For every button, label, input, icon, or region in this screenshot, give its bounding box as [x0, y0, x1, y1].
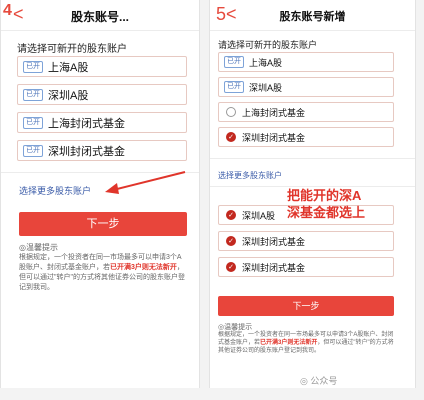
tip-text: 根据规定，一个投资者在同一市场最多可以申请3个A股账户、封闭式基金账户，若已开满…: [19, 254, 185, 291]
radio-unchecked-icon[interactable]: [226, 107, 236, 117]
annotation-text: 把能开的深A 深基金都选上: [287, 188, 366, 220]
option-label: 深圳A股: [242, 210, 276, 221]
tip-text: 根据规定，一个投资者在同一市场最多可以申请3个A股账户、封闭式基金账户，若已开满…: [218, 332, 394, 354]
prompt: 请选择可新开的股东账户: [218, 40, 318, 50]
account-option-sz-fund[interactable]: 已开 深圳封闭式基金: [17, 140, 187, 161]
opened-tag: 已开: [23, 144, 43, 157]
option-label: 深圳A股: [249, 82, 283, 93]
account-option-sh-a[interactable]: 已开 上海A股: [218, 52, 394, 72]
option-label: 上海A股: [249, 57, 283, 68]
watermark: ◎ 公众号: [300, 376, 338, 386]
left-screenshot: 4 < 股东账号... 请选择可新开的股东账户 已开 上海A股 已开 深圳A股 …: [0, 0, 200, 388]
option-label: 上海封闭式基金: [48, 117, 125, 130]
check-icon[interactable]: ✓: [226, 236, 236, 246]
option-label: 深圳封闭式基金: [242, 236, 306, 247]
account-option-sz-a[interactable]: 已开 深圳A股: [218, 77, 394, 97]
option-label: 上海A股: [48, 61, 89, 74]
divider: [210, 158, 415, 159]
opened-tag: 已开: [224, 56, 244, 68]
check-icon[interactable]: ✓: [226, 210, 236, 220]
account-option-sh-fund[interactable]: 已开 上海封闭式基金: [17, 112, 187, 133]
next-button[interactable]: 下一步: [19, 212, 187, 236]
account-option-sz-fund[interactable]: ✓ 深圳封闭式基金: [218, 127, 394, 147]
more-accounts-link[interactable]: 选择更多股东账户: [19, 184, 91, 197]
header: 4 < 股东账号...: [1, 0, 199, 31]
option-label: 上海封闭式基金: [242, 107, 306, 118]
opened-tag: 已开: [224, 81, 244, 93]
header: 5< 股东账号新增: [210, 0, 415, 31]
page-title: 股东账号新增: [279, 11, 346, 23]
check-icon[interactable]: ✓: [226, 262, 236, 272]
wechat-icon: ◎: [300, 376, 308, 386]
option-label: 深圳封闭式基金: [242, 132, 306, 143]
more-option-sz-fund-2[interactable]: ✓ 深圳封闭式基金: [218, 257, 394, 277]
opened-tag: 已开: [23, 60, 43, 73]
opened-tag: 已开: [23, 88, 43, 101]
next-button[interactable]: 下一步: [218, 296, 394, 316]
arrow-icon: [105, 171, 186, 194]
option-label: 深圳封闭式基金: [48, 145, 125, 158]
account-option-sh-fund[interactable]: 上海封闭式基金: [218, 102, 394, 122]
prompt: 请选择可新开的股东账户: [17, 44, 127, 55]
opened-tag: 已开: [23, 116, 43, 129]
option-label: 深圳A股: [48, 89, 89, 102]
account-option-sz-a[interactable]: 已开 深圳A股: [17, 84, 187, 105]
more-accounts-link[interactable]: 选择更多股东账户: [218, 170, 282, 181]
check-icon[interactable]: ✓: [226, 132, 236, 142]
more-option-sz-fund-1[interactable]: ✓ 深圳封闭式基金: [218, 231, 394, 251]
page-title: 股东账号...: [70, 10, 129, 24]
option-label: 深圳封闭式基金: [242, 262, 306, 273]
tip-title: ◎温馨提示: [19, 243, 58, 252]
account-option-sh-a[interactable]: 已开 上海A股: [17, 56, 187, 77]
